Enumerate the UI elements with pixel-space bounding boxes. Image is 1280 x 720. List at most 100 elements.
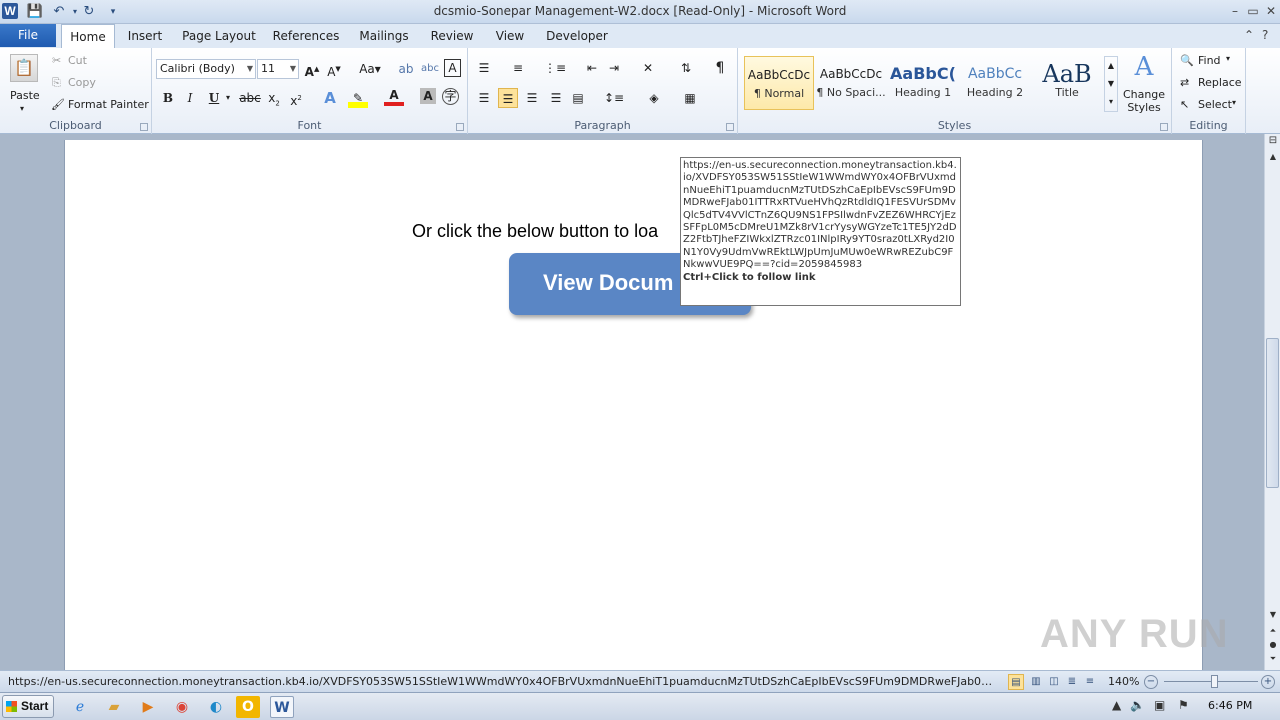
align-center-icon[interactable]: ☰ [498,88,518,108]
phonetic-guide-icon[interactable]: abc [420,59,440,79]
shading-icon[interactable]: ◈ [644,88,664,108]
file-explorer-icon[interactable]: ▰ [102,696,126,718]
change-styles-icon[interactable]: A [1124,52,1164,82]
tab-file[interactable]: File [0,24,56,47]
select-browse-object-icon[interactable]: ● [1265,638,1280,652]
copy-icon[interactable]: ⎘ [52,76,61,90]
ruler-toggle-icon[interactable]: ⊟ [1265,134,1280,148]
clipboard-launcher-icon[interactable] [140,123,148,131]
format-painter-icon[interactable]: 🖌 [51,98,65,111]
grow-font-icon[interactable]: A▲ [302,59,322,79]
replace-icon[interactable]: ⇄ [1180,76,1189,89]
tab-home[interactable]: Home [61,24,115,49]
start-button[interactable]: Start [2,695,54,718]
paragraph-launcher-icon[interactable] [726,123,734,131]
zoom-out-button[interactable]: − [1144,675,1158,689]
show-formatting-marks-icon[interactable]: ¶ [710,58,730,78]
borders-icon[interactable]: ▦ [680,88,700,108]
full-screen-reading-icon[interactable]: ▥ [1028,674,1044,690]
copy-button[interactable]: Copy [68,76,96,89]
network-icon[interactable]: ▣ [1154,698,1165,712]
font-color-icon[interactable]: A [384,88,404,106]
scroll-thumb[interactable] [1266,338,1279,488]
select-dropdown-icon[interactable]: ▾ [1232,98,1236,107]
format-painter-button[interactable]: Format Painter [68,98,149,111]
font-family-combo[interactable]: Calibri (Body) ▼ [156,59,256,79]
increase-indent-icon[interactable]: ⇥ [604,58,624,78]
chrome-icon[interactable]: ◉ [170,696,194,718]
underline-icon[interactable]: U [204,88,224,108]
italic-icon[interactable]: I [180,88,200,108]
media-player-icon[interactable]: ▶ [136,696,160,718]
minimize-ribbon-icon[interactable]: ⌃ [1244,28,1254,42]
sort-icon[interactable]: ⇅ [676,58,696,78]
tab-references[interactable]: References [270,24,342,48]
styles-launcher-icon[interactable] [1160,123,1168,131]
previous-page-icon[interactable]: ⏶ [1265,624,1280,638]
align-left-icon[interactable]: ☰ [474,88,494,108]
highlight-icon[interactable]: ✎ [348,88,368,108]
scroll-down-icon[interactable]: ▼ [1265,608,1280,622]
decrease-indent-icon[interactable]: ⇤ [582,58,602,78]
align-right-icon[interactable]: ☰ [522,88,542,108]
line-spacing-icon[interactable]: ↕≡ [604,88,624,108]
style-heading-2[interactable]: AaBbCc Heading 2 [960,56,1030,110]
tab-page-layout[interactable]: Page Layout [180,24,258,48]
zoom-in-button[interactable]: + [1261,675,1275,689]
zoom-level[interactable]: 140% [1108,675,1139,688]
zoom-slider-thumb[interactable] [1211,675,1218,688]
paste-dropdown-icon[interactable]: ▾ [20,104,24,113]
paste-button[interactable]: Paste [10,89,40,102]
strikethrough-icon[interactable]: abc [238,88,262,108]
find-icon[interactable]: 🔍 [1180,54,1194,67]
web-layout-icon[interactable]: ◫ [1046,674,1062,690]
internet-explorer-icon[interactable]: ℯ [68,696,92,718]
paste-icon[interactable]: 📋 [10,54,38,82]
styles-gallery-scroll[interactable]: ▲ ▼ ▾ [1104,56,1118,112]
tab-mailings[interactable]: Mailings [354,24,414,48]
font-size-combo[interactable]: 11 ▼ [257,59,299,79]
outlook-icon[interactable]: O [236,696,260,718]
print-layout-icon[interactable]: ▤ [1008,674,1024,690]
character-border-icon[interactable]: A [444,59,461,77]
justify-icon[interactable]: ☰ [546,88,566,108]
numbering-icon[interactable]: ≡ [508,58,528,78]
action-center-flag-icon[interactable]: ⚑ [1178,698,1189,712]
close-button[interactable]: ✕ [1262,2,1280,20]
volume-icon[interactable]: 🔈 [1130,698,1145,712]
vertical-scrollbar[interactable]: ⊟ ▲ ▼ ⏶ ● ⏷ [1264,134,1280,670]
change-case-icon[interactable]: Aa▾ [356,59,384,79]
draft-icon[interactable]: ≡ [1082,674,1098,690]
font-launcher-icon[interactable] [456,123,464,131]
replace-button[interactable]: Replace [1198,76,1242,89]
tab-developer[interactable]: Developer [542,24,612,48]
text-effects-icon[interactable]: A [320,88,340,108]
outline-icon[interactable]: ≣ [1064,674,1080,690]
select-button[interactable]: Select [1198,98,1232,111]
tab-view[interactable]: View [490,24,530,48]
find-dropdown-icon[interactable]: ▾ [1226,54,1230,63]
bold-icon[interactable]: B [158,88,178,108]
superscript-icon[interactable]: x2 [286,88,306,108]
style-title[interactable]: AaB Title [1032,56,1102,110]
style-normal[interactable]: AaBbCcDc ¶ Normal [744,56,814,110]
edge-icon[interactable]: ◐ [204,696,228,718]
subscript-icon[interactable]: x2 [264,88,284,108]
change-styles-button[interactable]: Change Styles [1118,88,1170,114]
show-hidden-icons-icon[interactable]: ▲ [1112,698,1121,712]
style-heading-1[interactable]: AaBbC( Heading 1 [888,56,958,110]
underline-dropdown-icon[interactable]: ▾ [222,88,234,108]
asian-layout-icon[interactable]: ✕ [638,58,658,78]
select-icon[interactable]: ↖ [1180,98,1189,111]
bullets-icon[interactable]: ☰ [474,58,494,78]
document-page[interactable] [64,140,1203,670]
clock[interactable]: 6:46 PM [1208,699,1252,712]
multilevel-list-icon[interactable]: ⋮≡ [544,58,566,78]
tab-insert[interactable]: Insert [122,24,168,48]
shrink-font-icon[interactable]: A▼ [324,59,344,79]
find-button[interactable]: Find [1198,54,1221,67]
scroll-up-icon[interactable]: ▲ [1265,150,1280,164]
next-page-icon[interactable]: ⏷ [1265,652,1280,666]
enclose-characters-icon[interactable]: 字 [442,88,459,105]
distributed-icon[interactable]: ▤ [568,88,588,108]
